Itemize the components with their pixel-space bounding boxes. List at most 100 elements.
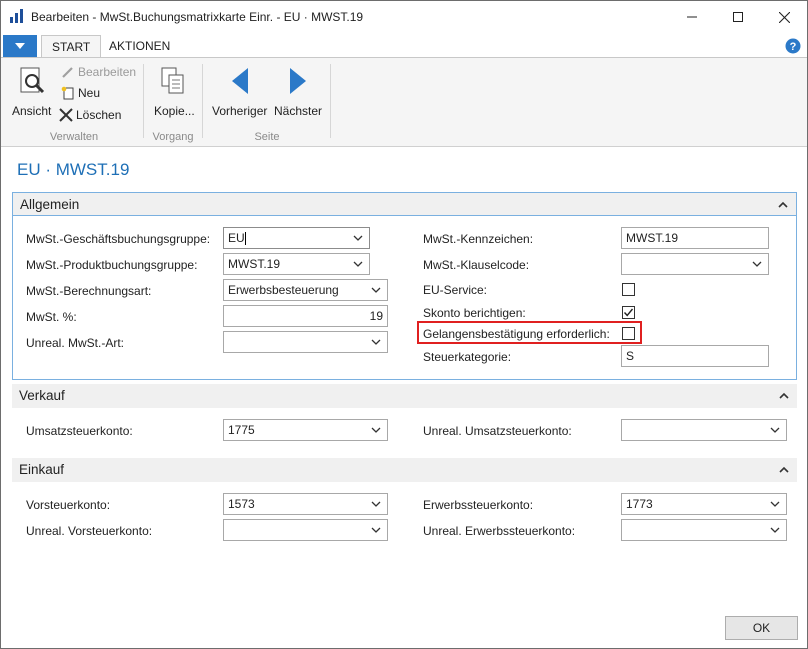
umsatzsteuerkonto-combo[interactable]: 1775	[223, 419, 388, 441]
arrow-left-icon	[232, 68, 248, 94]
steuerkategorie-input[interactable]: S	[621, 345, 769, 367]
vorheriger-button[interactable]: Vorheriger	[210, 64, 272, 118]
naechster-button[interactable]: Nächster	[272, 64, 328, 118]
field-label: Gelangensbestätigung erforderlich:	[423, 327, 610, 341]
minimize-button[interactable]	[669, 1, 715, 33]
chevron-down-icon	[770, 501, 780, 507]
section-title-einkauf: Einkauf	[19, 462, 65, 477]
field-label: Steuerkategorie:	[423, 350, 512, 364]
produktbuchungsgruppe-combo[interactable]: MWST.19	[223, 253, 370, 275]
neu-label: Neu	[78, 86, 101, 100]
field-label: MwSt. %:	[26, 310, 77, 324]
chevron-up-icon	[778, 201, 788, 208]
section-header-allgemein[interactable]: Allgemein	[12, 192, 797, 216]
minimize-icon	[687, 16, 697, 18]
maximize-icon	[733, 12, 743, 22]
kopieren-button[interactable]: Kopie...	[151, 64, 197, 118]
tab-aktionen[interactable]: AKTIONEN	[99, 35, 180, 58]
ansicht-label: Ansicht	[12, 104, 52, 118]
delete-x-icon	[59, 108, 73, 122]
field-label: MwSt.-Berechnungsart:	[26, 284, 152, 298]
copy-document-icon	[161, 67, 184, 94]
bearbeiten-button[interactable]: Bearbeiten	[61, 65, 136, 79]
ribbon-separator	[330, 64, 331, 138]
tab-start[interactable]: START	[41, 35, 102, 58]
group-label-vorgang: Vorgang	[152, 131, 194, 143]
page-title: EU · MWST.19	[17, 160, 130, 179]
field-label: Erwerbssteuerkonto:	[423, 498, 534, 512]
chevron-down-icon	[353, 235, 363, 241]
section-header-einkauf[interactable]: Einkauf	[12, 458, 797, 482]
section-header-verkauf[interactable]: Verkauf	[12, 384, 797, 408]
klauselcode-combo[interactable]	[621, 253, 769, 275]
chevron-down-icon	[752, 261, 762, 267]
ok-button[interactable]: OK	[725, 616, 798, 640]
berechnungsart-combo[interactable]: Erwerbsbesteuerung	[223, 279, 388, 301]
app-icon	[10, 9, 23, 23]
field-label: MwSt.-Klauselcode:	[423, 258, 530, 272]
dialog-window: Bearbeiten - MwSt.Buchungsmatrixkarte Ei…	[0, 0, 808, 649]
field-label: MwSt.-Kennzeichen:	[423, 232, 534, 246]
field-value: 1573	[228, 497, 255, 511]
ribbon-separator	[143, 64, 144, 138]
field-label: MwSt.-Geschäftsbuchungsgruppe:	[26, 232, 211, 246]
chevron-down-icon	[371, 527, 381, 533]
chevron-down-icon	[371, 427, 381, 433]
gelangensbestaetigung-checkbox[interactable]	[622, 327, 635, 340]
field-label: MwSt.-Produktbuchungsgruppe:	[26, 258, 198, 272]
arrow-right-icon	[290, 68, 306, 94]
ribbon-separator	[202, 64, 203, 138]
field-value: EU	[228, 231, 245, 245]
window-title: Bearbeiten - MwSt.Buchungsmatrixkarte Ei…	[31, 10, 364, 24]
geschaeftsbuchungsgruppe-combo[interactable]: EU	[223, 227, 370, 249]
unreal-vorsteuerkonto-combo[interactable]	[223, 519, 388, 541]
erwerbssteuerkonto-combo[interactable]: 1773	[621, 493, 787, 515]
field-value: 1773	[626, 497, 653, 511]
maximize-button[interactable]	[715, 1, 761, 33]
group-label-seite: Seite	[254, 131, 280, 143]
text-cursor	[244, 232, 246, 246]
chevron-down-icon	[371, 339, 381, 345]
help-icon[interactable]: ?	[785, 38, 801, 54]
close-icon	[778, 11, 790, 23]
field-value: Erwerbsbesteuerung	[228, 283, 339, 297]
chevron-down-icon	[371, 287, 381, 293]
field-label: Skonto berichtigen:	[423, 306, 526, 320]
chevron-down-icon	[371, 501, 381, 507]
new-document-icon	[61, 86, 74, 100]
unreal-umsatzsteuerkonto-combo[interactable]	[621, 419, 787, 441]
naechster-label: Nächster	[274, 104, 323, 118]
bearbeiten-label: Bearbeiten	[78, 65, 137, 79]
pencil-icon	[62, 67, 73, 78]
file-menu-button[interactable]	[3, 35, 37, 57]
field-label: Unreal. Vorsteuerkonto:	[26, 524, 153, 538]
vorsteuerkonto-combo[interactable]: 1573	[223, 493, 388, 515]
chevron-down-icon	[770, 427, 780, 433]
mwst-prozent-input[interactable]: 19	[223, 305, 388, 327]
loeschen-label: Löschen	[76, 108, 122, 122]
chevron-up-icon	[779, 392, 789, 399]
title-bar: Bearbeiten - MwSt.Buchungsmatrixkarte Ei…	[1, 1, 807, 33]
eu-service-checkbox[interactable]	[622, 283, 635, 296]
ansicht-button[interactable]: Ansicht	[11, 64, 53, 118]
close-button[interactable]	[761, 1, 807, 33]
unreal-erwerbssteuerkonto-combo[interactable]	[621, 519, 787, 541]
field-value: MWST.19	[228, 257, 281, 271]
field-label: Vorsteuerkonto:	[26, 498, 111, 512]
chevron-up-icon	[779, 466, 789, 473]
chevron-down-icon	[770, 527, 780, 533]
loeschen-button[interactable]: Löschen	[59, 108, 121, 122]
dropdown-arrow-icon	[15, 43, 25, 49]
unreal-mwst-art-combo[interactable]	[223, 331, 388, 353]
field-label: Umsatzsteuerkonto:	[26, 424, 133, 438]
group-label-verwalten: Verwalten	[49, 131, 99, 143]
field-label: EU-Service:	[423, 283, 488, 297]
checkmark-icon	[623, 308, 634, 317]
section-title-allgemein: Allgemein	[20, 197, 80, 212]
kennzeichen-input[interactable]: MWST.19	[621, 227, 769, 249]
ribbon: Ansicht Bearbeiten Neu Löschen Verwalten…	[1, 57, 807, 147]
field-value: 1775	[228, 423, 255, 437]
skonto-berichtigen-checkbox[interactable]	[622, 306, 635, 319]
field-label: Unreal. Umsatzsteuerkonto:	[423, 424, 572, 438]
neu-button[interactable]: Neu	[61, 86, 100, 100]
